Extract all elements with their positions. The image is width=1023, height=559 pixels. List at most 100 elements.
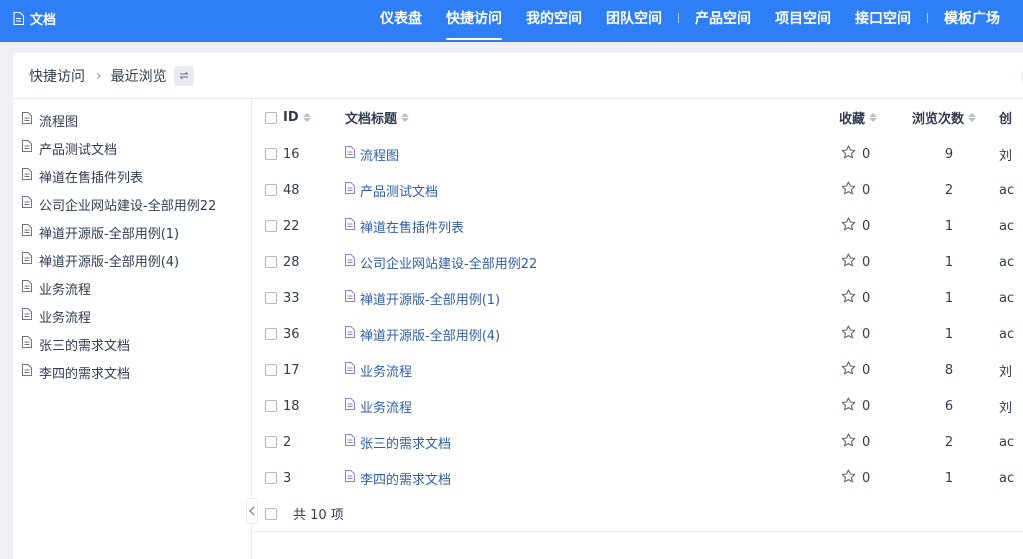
star-outline-icon[interactable]	[841, 253, 856, 271]
sidebar-item[interactable]: 业务流程	[13, 302, 251, 330]
sort-icon[interactable]	[968, 113, 977, 122]
row-checkbox[interactable]	[265, 364, 277, 376]
sidebar-item[interactable]: 流程图	[13, 106, 251, 134]
sidebar-item[interactable]: 禅道在售插件列表	[13, 162, 251, 190]
row-title-cell: 业务流程	[345, 361, 835, 380]
row-title-cell: 张三的需求文档	[345, 433, 835, 452]
column-collect[interactable]: 收藏	[839, 108, 865, 127]
doc-title-link[interactable]: 李四的需求文档	[360, 469, 451, 488]
sidebar-item[interactable]: 禅道开源版-全部用例(4)	[13, 246, 251, 274]
table-row[interactable]: 16 流程图 0 9 刘	[253, 136, 1023, 172]
doc-title-link[interactable]: 禅道开源版-全部用例(4)	[360, 325, 500, 344]
row-checkbox[interactable]	[265, 256, 277, 268]
app-brand[interactable]: 文档	[13, 0, 56, 36]
sidebar-item-label: 业务流程	[39, 310, 92, 326]
sort-icon[interactable]	[401, 113, 410, 122]
row-id: 48	[283, 182, 300, 198]
sort-icon[interactable]	[869, 113, 878, 122]
star-outline-icon[interactable]	[841, 361, 856, 379]
table-row[interactable]: 22 禅道在售插件列表 0 1 ac	[253, 208, 1023, 244]
star-outline-icon[interactable]	[841, 289, 856, 307]
star-count: 0	[862, 398, 871, 414]
star-outline-icon[interactable]	[841, 433, 856, 451]
table-row[interactable]: 48 产品测试文档 0 2 ac	[253, 172, 1023, 208]
row-views: 2	[944, 182, 954, 198]
row-checkbox[interactable]	[265, 472, 277, 484]
row-id: 3	[283, 470, 292, 486]
nav-item-6[interactable]: 接口空间	[843, 0, 923, 36]
row-star-cell: 0	[835, 289, 905, 307]
row-creator: ac	[999, 290, 1015, 306]
table-row[interactable]: 2 张三的需求文档 0 2 ac	[253, 424, 1023, 460]
table-row[interactable]: 18 业务流程 0 6 刘	[253, 388, 1023, 424]
row-checkbox-cell	[253, 472, 283, 484]
column-views[interactable]: 浏览次数	[912, 108, 964, 127]
row-checkbox-cell	[253, 256, 283, 268]
row-checkbox[interactable]	[265, 400, 277, 412]
table-row[interactable]: 3 李四的需求文档 0 1 ac	[253, 460, 1023, 496]
document-icon	[345, 182, 355, 198]
star-outline-icon[interactable]	[841, 217, 856, 235]
sidebar-item-label: 李四的需求文档	[39, 366, 131, 382]
row-checkbox[interactable]	[265, 292, 277, 304]
table-row[interactable]: 33 禅道开源版-全部用例(1) 0 1 ac	[253, 280, 1023, 316]
doc-title-link[interactable]: 业务流程	[360, 397, 412, 416]
sidebar-item[interactable]: 产品测试文档	[13, 134, 251, 162]
doc-title-link[interactable]: 张三的需求文档	[360, 433, 451, 452]
star-count: 0	[862, 290, 871, 306]
star-outline-icon[interactable]	[841, 325, 856, 343]
row-views: 1	[944, 218, 954, 234]
total-count: 共 10 项	[293, 508, 344, 523]
nav-item-7[interactable]: 模板广场	[932, 0, 1012, 36]
sidebar-item[interactable]: 公司企业网站建设-全部用例22	[13, 190, 251, 218]
sidebar-item[interactable]: 李四的需求文档	[13, 358, 251, 386]
sidebar-item-label: 张三的需求文档	[39, 338, 131, 354]
column-title[interactable]: 文档标题	[345, 108, 397, 127]
row-checkbox[interactable]	[265, 328, 277, 340]
breadcrumb-root[interactable]: 快捷访问	[29, 66, 85, 86]
sidebar-item[interactable]: 张三的需求文档	[13, 330, 251, 358]
row-checkbox-cell	[253, 148, 283, 160]
row-checkbox[interactable]	[265, 184, 277, 196]
select-all-checkbox[interactable]	[265, 111, 277, 124]
document-icon	[22, 252, 32, 268]
nav-item-0[interactable]: 仪表盘	[368, 0, 434, 36]
sort-icon[interactable]	[302, 113, 311, 122]
row-creator: ac	[999, 218, 1015, 234]
doc-title-link[interactable]: 产品测试文档	[360, 181, 438, 200]
row-star-cell: 0	[835, 325, 905, 343]
doc-title-link[interactable]: 禅道在售插件列表	[360, 217, 464, 236]
sidebar-item[interactable]: 禅道开源版-全部用例(1)	[13, 218, 251, 246]
main-panel: 快捷访问 › 最近浏览 流程图 产品测试文档 禅道在售插件列表 公司企业网站建设-全部…	[13, 53, 1023, 559]
nav-item-3[interactable]: 团队空间	[594, 0, 674, 36]
table-row[interactable]: 17 业务流程 0 8 刘	[253, 352, 1023, 388]
select-all-footer-checkbox[interactable]	[265, 507, 277, 520]
row-star-cell: 0	[835, 469, 905, 487]
column-id[interactable]: ID	[283, 110, 299, 125]
row-checkbox[interactable]	[265, 220, 277, 232]
doc-title-link[interactable]: 业务流程	[360, 361, 412, 380]
doc-title-link[interactable]: 禅道开源版-全部用例(1)	[360, 289, 500, 308]
table-body: 16 流程图 0 9 刘 48 产品测试文档 0 2 ac 22 禅道在售插件列表 0 1 ac 28 公司企业…	[253, 136, 1023, 496]
row-checkbox[interactable]	[265, 436, 277, 448]
doc-title-link[interactable]: 公司企业网站建设-全部用例22	[360, 253, 537, 272]
star-outline-icon[interactable]	[841, 469, 856, 487]
column-creator[interactable]: 创	[999, 108, 1012, 127]
nav-item-1[interactable]: 快捷访问	[434, 0, 514, 40]
star-outline-icon[interactable]	[841, 181, 856, 199]
star-outline-icon[interactable]	[841, 397, 856, 415]
chevron-right-icon: ›	[96, 67, 102, 84]
row-creator: 刘	[999, 400, 1013, 416]
row-checkbox[interactable]	[265, 148, 277, 160]
nav-item-4[interactable]: 产品空间	[683, 0, 763, 36]
table-row[interactable]: 36 禅道开源版-全部用例(4) 0 1 ac	[253, 316, 1023, 352]
star-outline-icon[interactable]	[841, 145, 856, 163]
document-icon	[22, 140, 32, 156]
sidebar-item[interactable]: 业务流程	[13, 274, 251, 302]
doc-title-link[interactable]: 流程图	[360, 145, 399, 164]
row-star-cell: 0	[835, 217, 905, 235]
nav-item-2[interactable]: 我的空间	[514, 0, 594, 36]
swap-button[interactable]	[173, 65, 194, 86]
table-row[interactable]: 28 公司企业网站建设-全部用例22 0 1 ac	[253, 244, 1023, 280]
nav-item-5[interactable]: 项目空间	[763, 0, 843, 36]
